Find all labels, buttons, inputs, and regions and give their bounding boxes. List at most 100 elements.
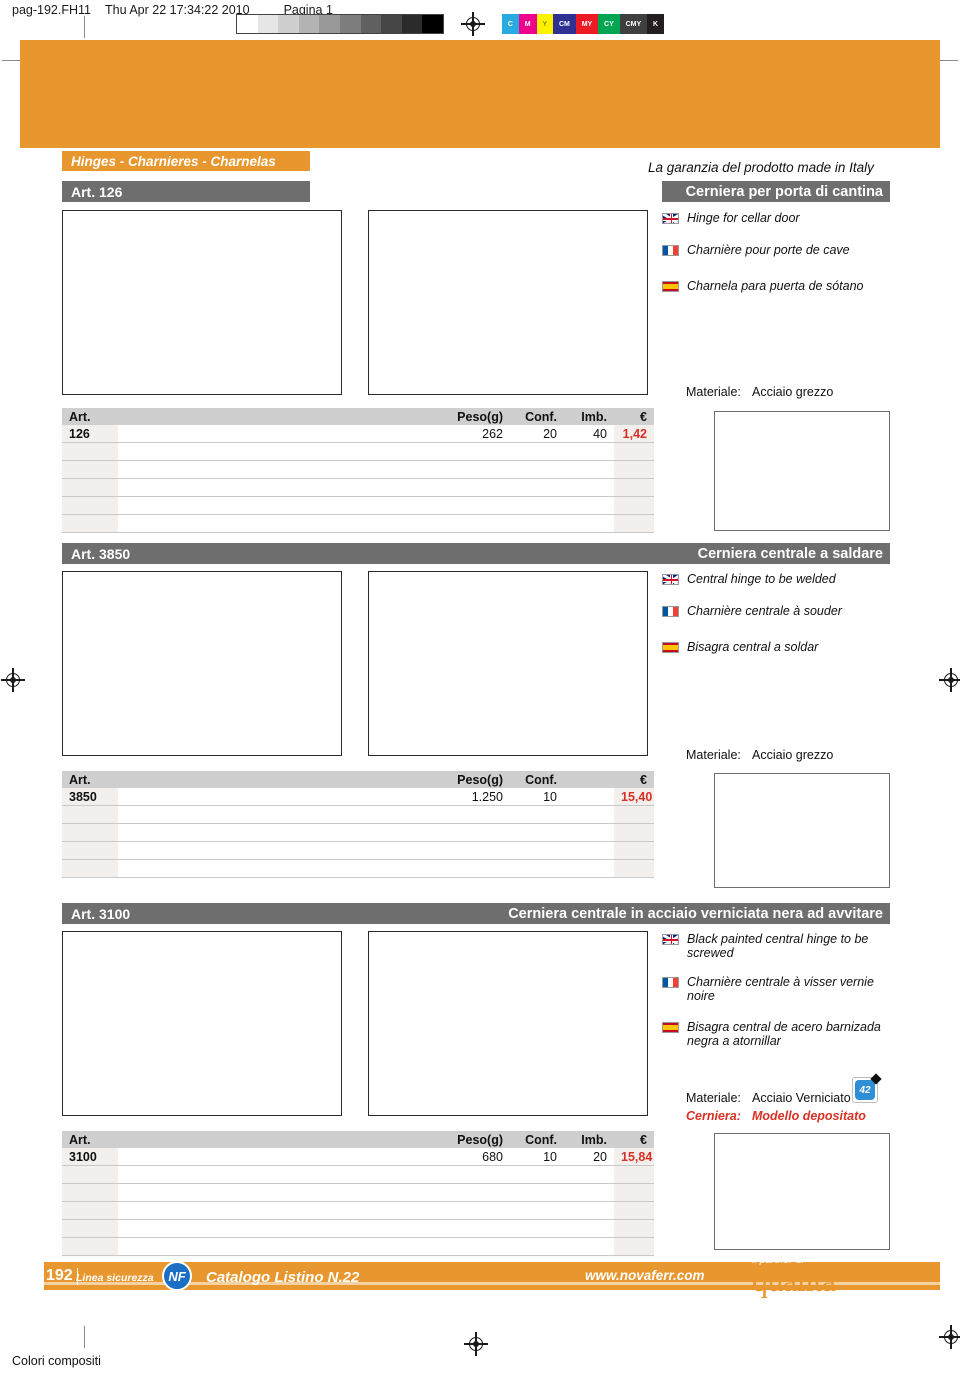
translation-row: Bisagra central de acero barnizada negra… xyxy=(662,1020,904,1048)
table-row xyxy=(62,496,654,515)
table-header-row: Art. Peso(g) Conf. Imb. € xyxy=(62,408,654,425)
cell-imb: 40 xyxy=(564,425,614,443)
table-row: 3850 1.250 10 15,40 xyxy=(62,788,654,806)
th-art: Art. xyxy=(62,771,448,788)
th-art: Art. xyxy=(62,408,448,425)
th-blank xyxy=(564,771,614,788)
cell-spacer xyxy=(118,425,448,443)
table-row xyxy=(62,1183,654,1202)
page-number: 192 xyxy=(46,1267,78,1285)
spain-flag-icon xyxy=(662,1022,679,1033)
top-orange-banner xyxy=(20,40,940,148)
translation-text-en: Hinge for cellar door xyxy=(687,211,800,225)
translation-text-en: Central hinge to be welded xyxy=(687,572,836,586)
th-art: Art. xyxy=(62,1131,448,1148)
crop-mark-mid-right xyxy=(938,60,958,61)
th-euro: € xyxy=(614,771,654,788)
th-imb: Imb. xyxy=(564,408,614,425)
cell-peso: 262 xyxy=(448,425,510,443)
product-photo-126-a xyxy=(62,210,342,395)
color-patch-c: C xyxy=(502,14,519,34)
cell-price: 15,40 xyxy=(614,788,654,806)
section-title-bar-126: Cerniera per porta di cantina xyxy=(662,181,890,202)
spain-flag-icon xyxy=(662,281,679,292)
catalog-page: pag-192.FH11 Thu Apr 22 17:34:22 2010 Pagi… xyxy=(0,0,960,1375)
color-patch-cm: CM xyxy=(553,14,576,34)
th-peso: Peso(g) xyxy=(448,771,510,788)
translation-text-es: Charnela para puerta de sótano xyxy=(687,279,864,293)
print-timestamp: Thu Apr 22 17:34:22 2010 xyxy=(105,3,250,17)
table-row xyxy=(62,460,654,479)
materiale-3100: Materiale: Acciaio Verniciato xyxy=(686,1091,851,1105)
cerniera-value: Modello depositato xyxy=(752,1109,866,1123)
th-peso: Peso(g) xyxy=(448,408,510,425)
qualita-logo: il partner di qualità xyxy=(752,1254,836,1297)
cell-art: 3850 xyxy=(62,788,118,806)
product-photo-3850-b xyxy=(368,571,648,756)
table-header-row: Art. Peso(g) Conf. Imb. € xyxy=(62,1131,654,1148)
cell-peso: 680 xyxy=(448,1148,510,1166)
translations-126: Hinge for cellar door Charnière pour por… xyxy=(662,211,902,311)
translation-row: Charnière centrale à visser vernie noire xyxy=(662,975,904,1003)
translations-3100: Black painted central hinge to be screwe… xyxy=(662,932,904,1066)
product-title-3850: Cerniera centrale a saldare xyxy=(697,545,883,562)
price-table-3850: Art. Peso(g) Conf. € 3850 1.250 10 15,40 xyxy=(62,771,654,878)
color-patch-k: K xyxy=(647,14,664,34)
product-photo-3100-a xyxy=(62,931,342,1116)
catalogo-listino-label: Catalogo Listino N.22 xyxy=(206,1269,360,1286)
table-row: 126 262 20 40 1,42 xyxy=(62,425,654,443)
table-row xyxy=(62,1165,654,1184)
table-row xyxy=(62,805,654,824)
translation-row: Hinge for cellar door xyxy=(662,211,902,225)
nf-logo-text: NF xyxy=(162,1261,192,1291)
materiale-value: Acciaio grezzo xyxy=(752,748,834,762)
materiale-3850: Materiale: Acciaio grezzo xyxy=(686,748,833,762)
badge-text: 42 xyxy=(855,1080,875,1100)
nf-certification-logo-icon: NF xyxy=(155,1261,199,1291)
cell-spacer xyxy=(118,788,448,806)
translation-row: Bisagra central a soldar xyxy=(662,640,902,654)
color-patch-my: MY xyxy=(575,14,599,34)
table-row xyxy=(62,823,654,842)
cell-art: 126 xyxy=(62,425,118,443)
th-conf: Conf. xyxy=(510,771,564,788)
th-euro: € xyxy=(614,408,654,425)
category-tab-label: Hinges - Charnieres - Charnelas xyxy=(71,153,276,169)
translation-row: Charnière centrale à souder xyxy=(662,604,902,618)
translations-3850: Central hinge to be welded Charnière cen… xyxy=(662,572,902,672)
deposited-model-badge-icon: 42 xyxy=(852,1073,882,1103)
color-patch-cmy: CMY xyxy=(619,14,648,34)
uk-flag-icon xyxy=(662,934,679,945)
cell-blank xyxy=(564,788,614,806)
file-name: pag-192.FH11 xyxy=(12,3,91,17)
cell-conf: 20 xyxy=(510,425,564,443)
table-row xyxy=(62,478,654,497)
materiale-126: Materiale: Acciaio grezzo xyxy=(686,385,833,399)
crop-mark-top-left xyxy=(84,16,85,38)
technical-drawing-3100 xyxy=(714,1133,890,1250)
technical-drawing-3850 xyxy=(714,773,890,888)
table-header-row: Art. Peso(g) Conf. € xyxy=(62,771,654,788)
translation-text-fr: Charnière pour porte de cave xyxy=(687,243,850,257)
website-url[interactable]: www.novaferr.com xyxy=(585,1268,705,1283)
th-conf: Conf. xyxy=(510,408,564,425)
color-patch-m: M xyxy=(518,14,537,34)
qualita-tagline: il partner di xyxy=(752,1254,804,1266)
price-table-3100: Art. Peso(g) Conf. Imb. € 3100 680 10 20… xyxy=(62,1131,654,1256)
france-flag-icon xyxy=(662,606,679,617)
section-art-bar-3100: Art. 3100 Cerniera centrale in acciaio v… xyxy=(62,903,890,924)
materiale-label: Materiale: xyxy=(686,385,741,399)
table-row xyxy=(62,1237,654,1256)
th-peso: Peso(g) xyxy=(448,1131,510,1148)
translation-text-fr: Charnière centrale à souder xyxy=(687,604,842,618)
translation-text-es: Bisagra central a soldar xyxy=(687,640,819,654)
crop-mark-bottom-left xyxy=(84,1326,85,1348)
product-title-3100: Cerniera centrale in acciaio verniciata … xyxy=(508,905,883,922)
cell-peso: 1.250 xyxy=(448,788,510,806)
cerniera-note-3100: Cerniera: Modello depositato xyxy=(686,1109,866,1123)
table-row xyxy=(62,841,654,860)
translation-text-es: Bisagra central de acero barnizada negra… xyxy=(687,1020,881,1048)
section-art-bar-126: Art. 126 xyxy=(62,181,310,202)
colori-compositi-note: Colori compositi xyxy=(12,1354,101,1368)
table-row xyxy=(62,514,654,533)
